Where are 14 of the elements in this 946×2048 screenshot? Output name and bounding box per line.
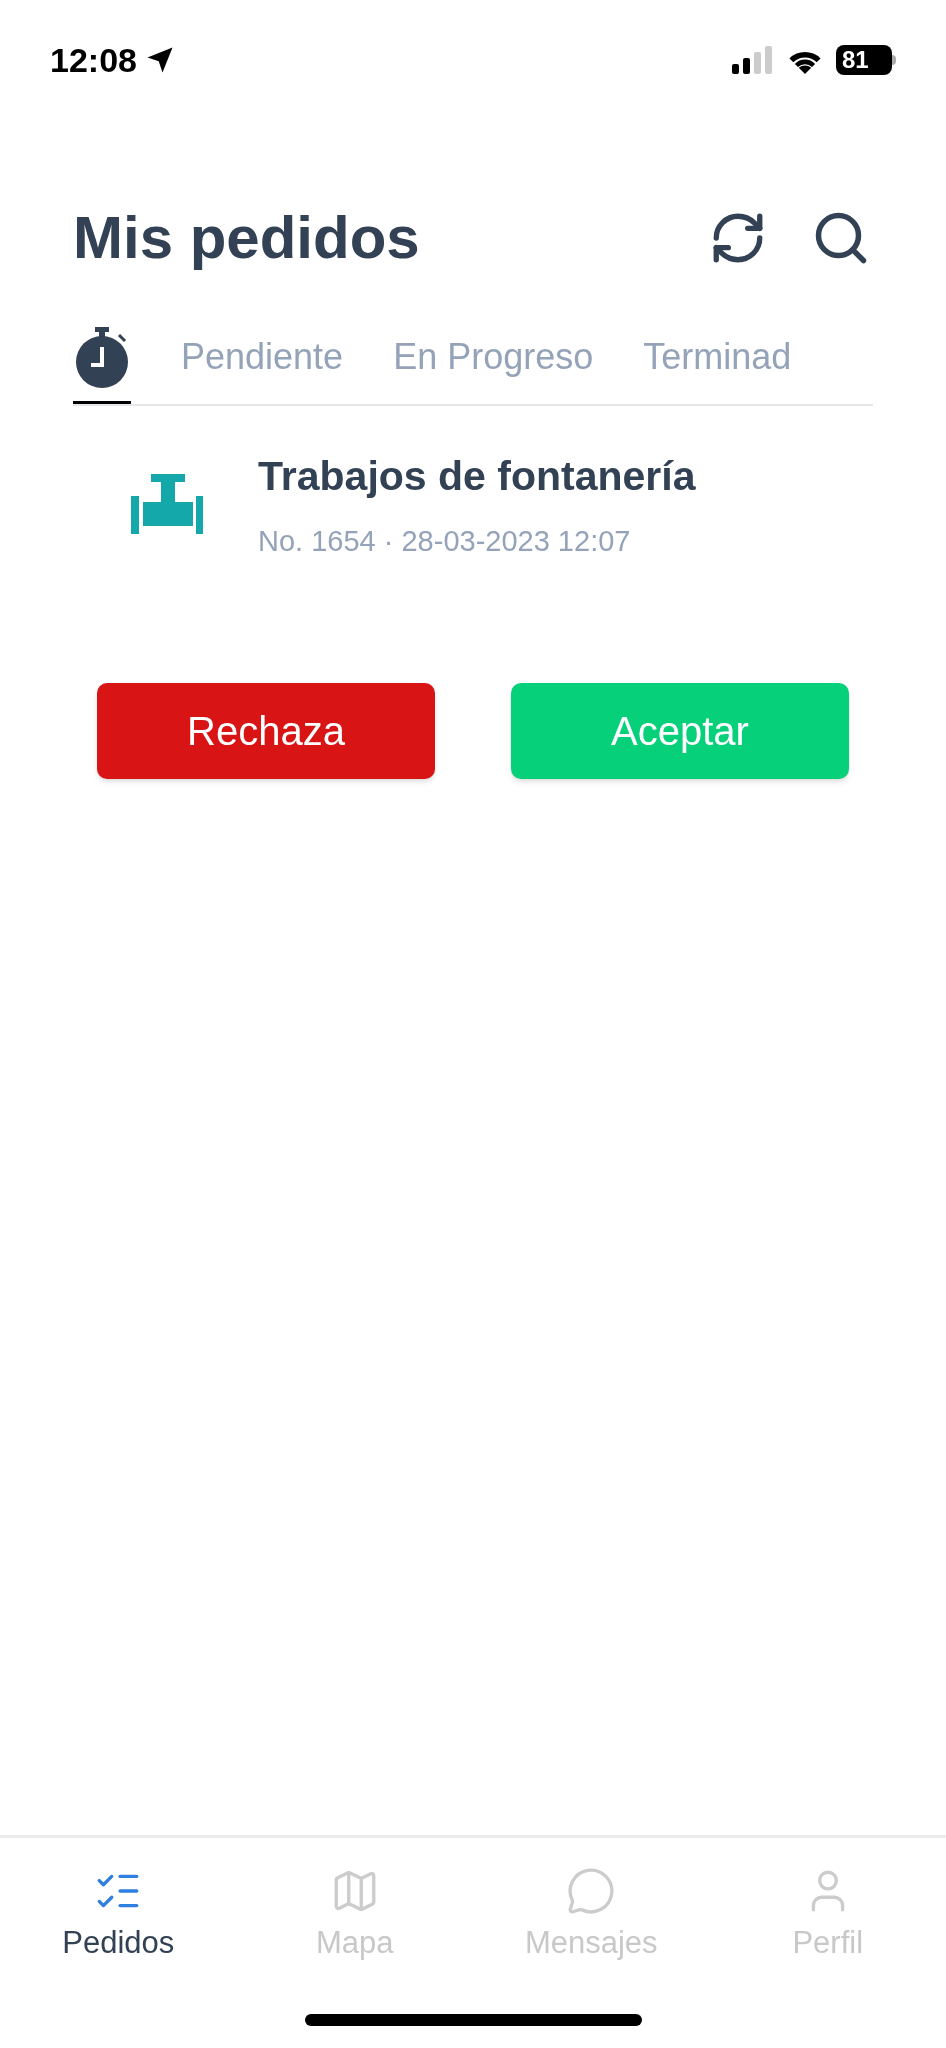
page-title: Mis pedidos [73, 203, 420, 273]
clock-time: 12:08 [50, 39, 137, 81]
order-meta: No. 1654 · 28-03-2023 12:07 [258, 523, 632, 559]
accept-button[interactable]: Aceptar [511, 683, 849, 779]
nav-tab[interactable]: Pedidos [18, 1866, 219, 1967]
status-tab[interactable]: En Progreso [393, 318, 594, 404]
status-tab[interactable]: Terminad [643, 318, 792, 404]
signal-icon [732, 46, 774, 74]
status-tab[interactable]: Pendiente [181, 318, 344, 404]
order-title: Trabajos de fontanería [258, 452, 696, 501]
pipe-icon [131, 473, 203, 536]
reject-button[interactable]: Rechaza [97, 683, 435, 779]
battery-indicator: 81 [836, 45, 896, 75]
stopwatch-icon [73, 324, 131, 389]
